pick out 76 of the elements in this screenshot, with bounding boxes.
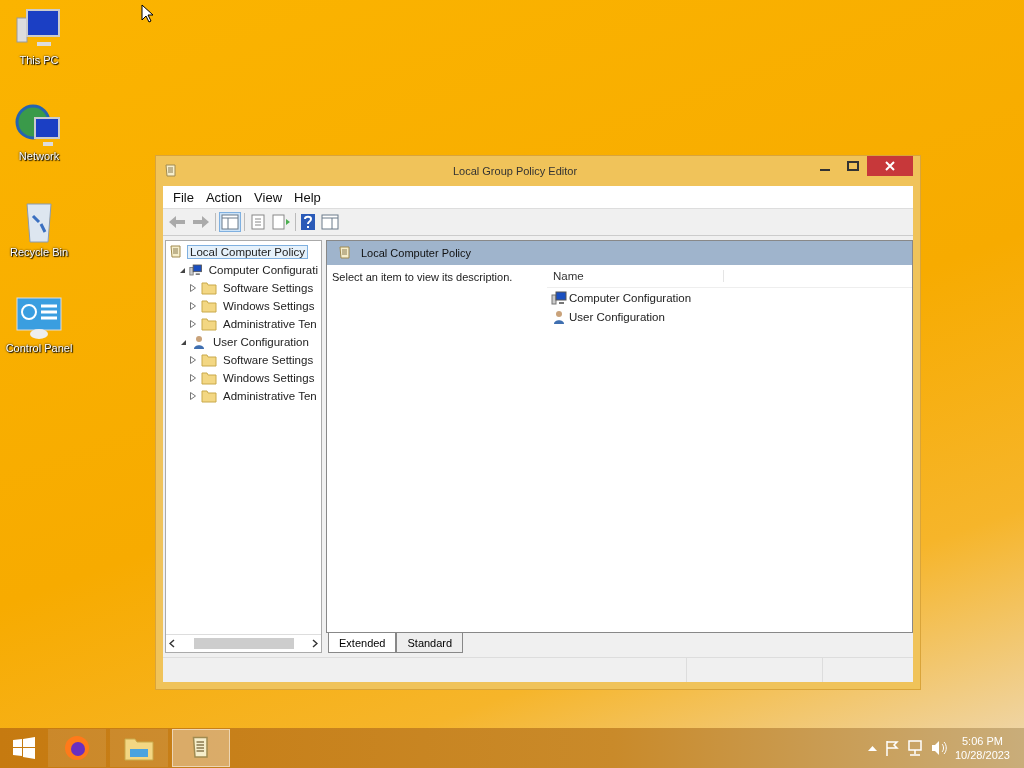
- taskbar-app-button[interactable]: [48, 729, 106, 767]
- taskbar-app-button[interactable]: [110, 729, 168, 767]
- collapsed-arrow-icon[interactable]: [190, 302, 196, 310]
- scroll-icon: [163, 163, 179, 179]
- tree-item[interactable]: Local Computer Policy: [187, 245, 309, 259]
- menu-item[interactable]: Help: [288, 189, 327, 205]
- forward-arrow-icon: [192, 215, 210, 229]
- chevron-left-icon[interactable]: [169, 639, 175, 648]
- column-header[interactable]: Name: [547, 270, 724, 282]
- expanded-arrow-icon[interactable]: [178, 266, 186, 274]
- mouse-pointer-icon: [141, 4, 154, 23]
- firefox-icon: [63, 734, 91, 762]
- list-item[interactable]: Computer Configuration: [569, 291, 692, 304]
- expanded-arrow-icon[interactable]: [179, 338, 187, 346]
- menu-item[interactable]: Action: [199, 189, 249, 205]
- back-button[interactable]: [167, 214, 187, 230]
- console-tree-button[interactable]: [220, 213, 240, 231]
- folder-icon: [201, 316, 217, 332]
- help-icon: [301, 214, 315, 230]
- export-list-button[interactable]: [271, 213, 291, 231]
- folder-icon: [201, 388, 217, 404]
- minimize-icon: [820, 169, 830, 171]
- help-button[interactable]: [300, 213, 316, 231]
- maximize-icon: [847, 161, 859, 171]
- back-arrow-icon: [168, 215, 186, 229]
- tree-item[interactable]: Windows Settings: [220, 371, 318, 385]
- export-icon: [272, 214, 290, 230]
- tree-item[interactable]: Software Settings: [220, 281, 317, 295]
- folder-icon: [201, 352, 217, 368]
- user-icon: [551, 308, 567, 325]
- computer-icon: [551, 289, 567, 306]
- forward-button[interactable]: [191, 214, 211, 230]
- folder-icon: [201, 280, 217, 296]
- collapsed-arrow-icon[interactable]: [190, 356, 196, 364]
- list-item[interactable]: User Configuration: [569, 310, 665, 323]
- menu-item[interactable]: View: [248, 189, 289, 205]
- properties-button[interactable]: [249, 213, 267, 231]
- view-tab[interactable]: Extended: [328, 633, 397, 653]
- collapsed-arrow-icon[interactable]: [190, 374, 196, 382]
- tree-item[interactable]: Administrative Ten: [220, 317, 320, 331]
- folder-icon: [124, 735, 154, 761]
- folder-icon: [201, 298, 217, 314]
- scroll-icon: [337, 245, 353, 261]
- globe-computer-icon: [15, 104, 63, 148]
- window-title: Local Group Policy Editor: [451, 165, 579, 177]
- pane-header-title: Local Computer Policy: [361, 247, 472, 259]
- chevron-right-icon[interactable]: [312, 639, 318, 648]
- action-pane-button[interactable]: [320, 213, 340, 231]
- view-tab[interactable]: Standard: [396, 633, 464, 653]
- collapsed-arrow-icon[interactable]: [190, 320, 196, 328]
- menu-item[interactable]: File: [167, 189, 200, 205]
- collapsed-arrow-icon[interactable]: [190, 392, 196, 400]
- speaker-icon[interactable]: [930, 740, 947, 756]
- tree-item[interactable]: Windows Settings: [220, 299, 318, 313]
- flag-icon[interactable]: [884, 740, 899, 756]
- windows-logo: [13, 737, 35, 759]
- control-panel-icon: [15, 296, 63, 340]
- scroll-icon: [168, 244, 184, 260]
- folder-icon: [201, 370, 217, 386]
- network-icon[interactable]: [906, 740, 923, 756]
- tree-item[interactable]: Administrative Ten: [220, 389, 320, 403]
- tree-item[interactable]: User Configuration: [210, 335, 312, 349]
- document-icon: [250, 214, 266, 230]
- user-icon: [191, 334, 207, 350]
- pane-icon: [221, 214, 239, 230]
- collapsed-arrow-icon[interactable]: [190, 284, 196, 292]
- close-icon: [885, 161, 895, 171]
- horizontal-scrollbar[interactable]: [166, 634, 321, 652]
- caret-up-icon[interactable]: [867, 745, 877, 751]
- description-text: Select an item to view its description.: [331, 270, 514, 285]
- computer-icon: [189, 262, 203, 278]
- taskbar-app-button[interactable]: [172, 729, 230, 767]
- close-button[interactable]: [867, 156, 913, 176]
- tree-item[interactable]: Software Settings: [220, 353, 317, 367]
- pane-icon: [321, 214, 339, 230]
- tree-item[interactable]: Computer Configurati: [205, 263, 321, 277]
